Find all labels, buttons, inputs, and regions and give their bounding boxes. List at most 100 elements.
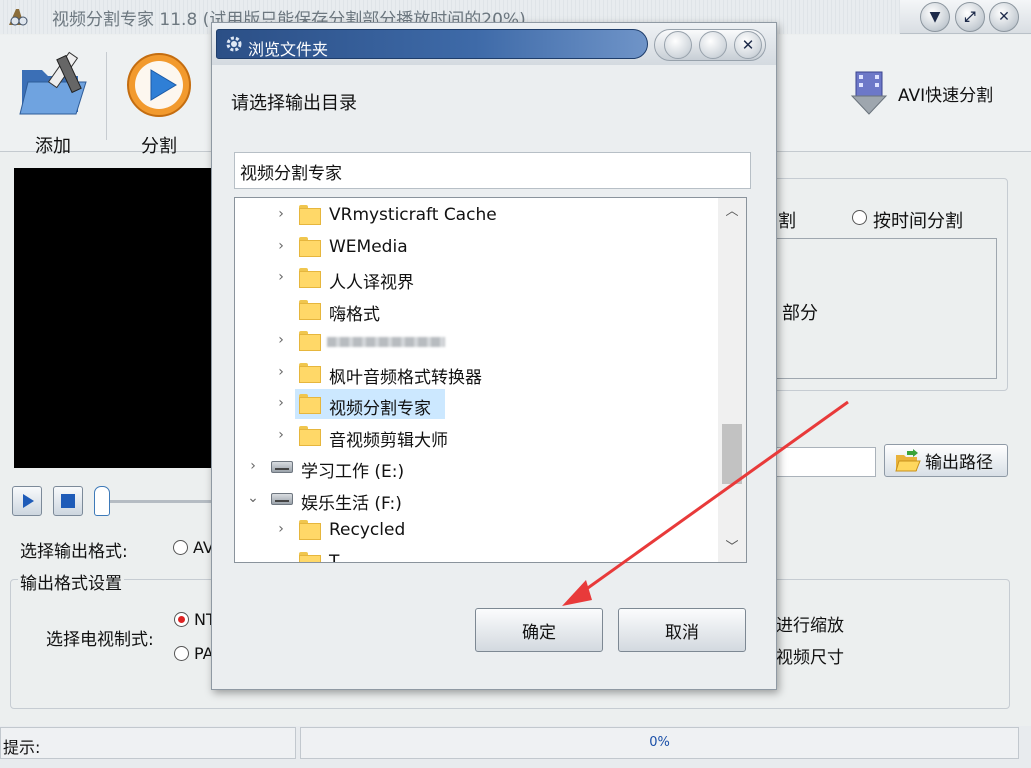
tree-folder-item[interactable]: T xyxy=(235,547,717,563)
minimize-button[interactable]: ▼ xyxy=(920,2,950,32)
chevron-right-icon[interactable]: › xyxy=(273,364,289,380)
format-settings-title: 输出格式设置 xyxy=(18,569,124,594)
tree-item-label: T xyxy=(329,551,340,563)
dialog-close-button[interactable]: ✕ xyxy=(734,31,762,59)
folder-icon xyxy=(299,551,321,562)
drive-icon xyxy=(271,492,293,505)
dialog-path-field[interactable]: 视频分割专家 xyxy=(234,152,751,189)
scale-label: 进行缩放 xyxy=(776,616,844,636)
cancel-button[interactable]: 取消 xyxy=(618,608,746,652)
tree-folder-item[interactable]: 嗨格式 xyxy=(235,295,717,325)
gear-icon xyxy=(226,36,242,52)
tree-drive-item[interactable]: › 学习工作 (E:) xyxy=(235,452,717,482)
status-hint-label: 提示: xyxy=(3,738,41,757)
chevron-right-icon[interactable]: › xyxy=(273,395,289,411)
seek-thumb[interactable] xyxy=(94,486,110,516)
tree-folder-item[interactable]: › 枫叶音频格式转换器 xyxy=(235,358,717,388)
ok-button[interactable]: 确定 xyxy=(475,608,603,652)
scroll-up-arrow-icon[interactable]: ︿ xyxy=(718,198,746,226)
tree-item-label: 人人译视界 xyxy=(329,273,414,293)
tree-folder-item[interactable]: › WEMedia xyxy=(235,232,717,262)
restore-icon: ⤢ xyxy=(964,9,976,25)
film-download-icon xyxy=(850,71,888,115)
close-icon: ✕ xyxy=(998,9,1010,25)
restore-button[interactable]: ⤢ xyxy=(955,2,985,32)
tree-folder-item[interactable]: › 视频分割专家 xyxy=(235,389,717,419)
minimize-icon: ▼ xyxy=(929,9,941,25)
chevron-right-icon[interactable]: › xyxy=(273,238,289,254)
tree-folder-item[interactable]: › 人人译视界 xyxy=(235,263,717,293)
browse-folder-dialog: 浏览文件夹 ✕ 请选择输出目录 视频分割专家 › VRmysticraft Cac… xyxy=(211,22,777,690)
close-button[interactable]: ✕ xyxy=(989,2,1019,32)
tree-item-label: 学习工作 (E:) xyxy=(301,462,405,482)
tree-item-label: 视频分割专家 xyxy=(329,399,431,419)
avi-split-button[interactable]: AVI快速分割 xyxy=(846,70,993,116)
tree-item-label: 枫叶音频格式转换器 xyxy=(329,367,482,388)
progress-panel: 0% xyxy=(300,727,1019,759)
chevron-right-icon[interactable]: › xyxy=(273,332,289,348)
chevron-right-icon[interactable]: › xyxy=(273,269,289,285)
split-button[interactable]: 分割 xyxy=(120,46,198,157)
folder-icon xyxy=(299,205,321,225)
dialog-close-icon: ✕ xyxy=(741,36,755,54)
tree-folder-item[interactable]: › 音视频剪辑大师 xyxy=(235,421,717,451)
tree-item-label: VRmysticraft Cache xyxy=(329,205,497,225)
folder-icon xyxy=(299,425,321,446)
output-path-button[interactable]: 输出路径 xyxy=(884,444,1008,477)
dialog-titlebar: 浏览文件夹 ✕ xyxy=(212,23,776,65)
tv-radio-pal[interactable] xyxy=(174,646,189,661)
tree-folder-item[interactable]: › xyxy=(235,326,717,356)
video-size-label: 视频尺寸 xyxy=(776,648,844,668)
dialog-prompt: 请选择输出目录 xyxy=(231,93,357,114)
tree-item-label: 嗨格式 xyxy=(329,304,380,325)
tree-drive-item[interactable]: ⌄ 娱乐生活 (F:) xyxy=(235,484,717,514)
chevron-right-icon[interactable]: › xyxy=(273,521,289,537)
add-button[interactable]: 添加 xyxy=(14,46,92,157)
folder-icon xyxy=(299,520,321,540)
split-by-time-label: 按时间分割 xyxy=(873,211,963,232)
blurred-folder-label xyxy=(327,337,445,347)
tree-folder-item[interactable]: › VRmysticraft Cache xyxy=(235,200,717,230)
split-part-label: 部分 xyxy=(782,303,818,324)
drive-icon xyxy=(271,461,293,473)
stop-button[interactable] xyxy=(53,486,83,516)
output-format-label: 选择输出格式: xyxy=(20,542,128,562)
seek-track[interactable] xyxy=(96,500,216,503)
play-button[interactable] xyxy=(12,486,42,516)
tree-item-label: Recycled xyxy=(329,520,406,540)
folder-icon xyxy=(299,331,321,351)
progress-text: 0% xyxy=(649,735,670,750)
open-folder-icon xyxy=(895,448,921,471)
split-by-time-radio[interactable] xyxy=(852,210,867,225)
stop-icon xyxy=(61,494,75,508)
output-path-input[interactable] xyxy=(760,447,876,477)
add-folder-icon xyxy=(19,51,87,115)
app-logo-icon xyxy=(9,9,28,26)
tv-radio-ntsc[interactable] xyxy=(174,612,189,627)
dialog-title: 浏览文件夹 xyxy=(248,40,329,59)
tree-item-label: WEMedia xyxy=(329,236,408,257)
play-circle-icon xyxy=(127,53,191,117)
folder-icon xyxy=(299,236,321,257)
dialog-minimize-button[interactable] xyxy=(664,31,692,59)
avi-split-label: AVI快速分割 xyxy=(898,85,994,106)
split-label: 分割 xyxy=(141,136,177,157)
tree-folder-item[interactable]: › Recycled xyxy=(235,515,717,545)
video-preview xyxy=(14,168,218,468)
output-path-label: 输出路径 xyxy=(925,453,993,473)
dialog-maximize-button[interactable] xyxy=(699,31,727,59)
scroll-thumb[interactable] xyxy=(722,424,742,484)
chevron-right-icon[interactable]: › xyxy=(273,206,289,222)
tree-scrollbar[interactable]: ︿ ﹀ xyxy=(718,198,746,562)
add-label: 添加 xyxy=(35,136,71,157)
folder-icon xyxy=(299,299,321,320)
chevron-right-icon[interactable]: › xyxy=(273,427,289,443)
folder-tree[interactable]: › VRmysticraft Cache › WEMedia › 人人译视界嗨格式 › › 枫叶… xyxy=(234,197,747,563)
folder-icon xyxy=(299,394,321,414)
format-radio-avi[interactable] xyxy=(173,540,188,555)
tv-system-label: 选择电视制式: xyxy=(46,630,154,650)
chevron-down-icon[interactable]: ⌄ xyxy=(245,490,261,506)
toolbar-separator xyxy=(106,52,107,140)
scroll-down-arrow-icon[interactable]: ﹀ xyxy=(718,534,746,562)
chevron-right-icon[interactable]: › xyxy=(245,458,261,474)
